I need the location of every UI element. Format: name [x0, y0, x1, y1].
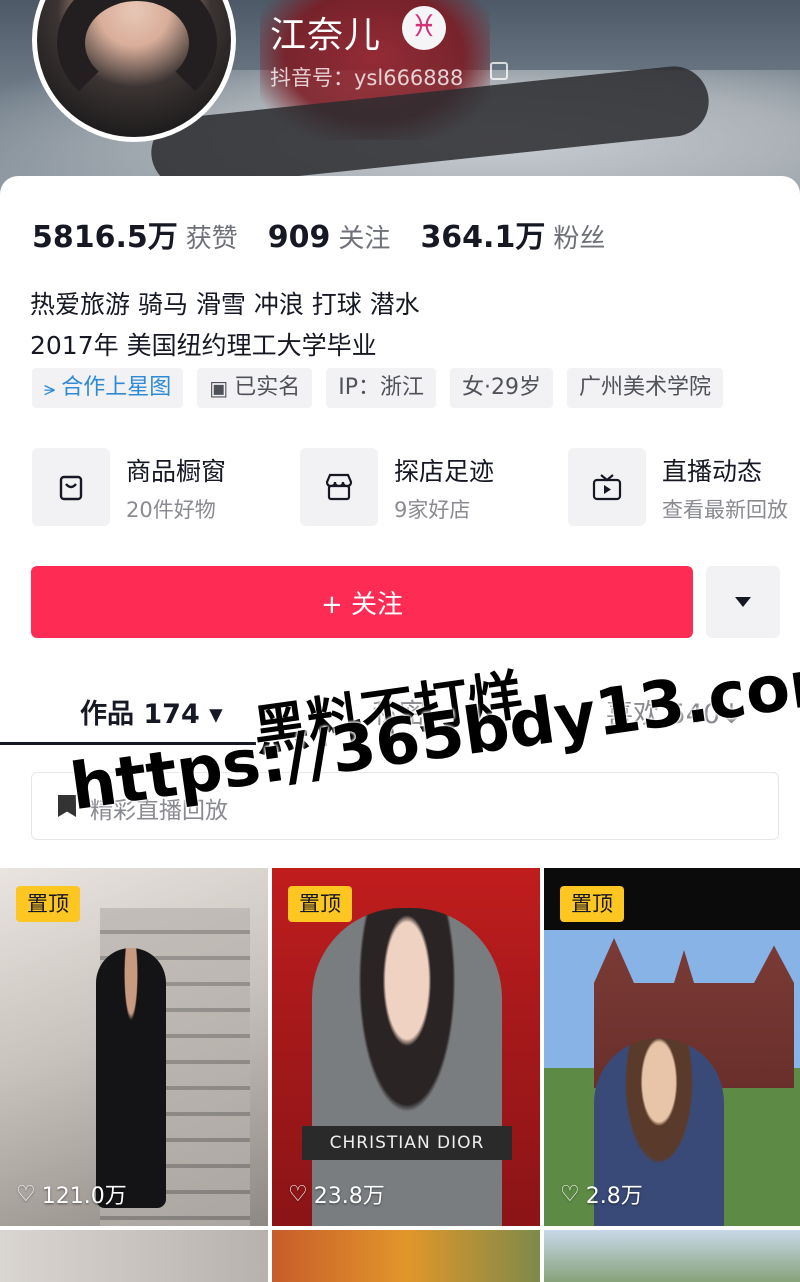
video-tile[interactable]: CHRISTIAN DIOR 置顶 ♡ 23.8万	[272, 868, 540, 1226]
following-label[interactable]: 关注	[338, 224, 390, 254]
heart-icon: ♡	[560, 1181, 580, 1207]
video-grid: 置顶 ♡ 121.0万 CHRISTIAN DIOR 置顶 ♡ 23.8万 置顶…	[0, 868, 800, 1282]
bio-line-1: 热爱旅游 骑马 滑雪 冲浪 打球 潜水	[30, 290, 420, 319]
pisces-icon: ♓	[402, 6, 446, 50]
shopping-bag-icon	[59, 475, 83, 501]
video-likes: ♡ 2.8万	[560, 1181, 643, 1210]
profile-tags: ⪫ 合作上星图 ▣ 已实名 IP：浙江 女·29岁 广州美术学院	[32, 368, 723, 408]
follow-button[interactable]: + 关注	[31, 566, 693, 638]
avatar-image	[32, 0, 236, 142]
caret-down-icon	[735, 597, 751, 607]
video-likes: ♡ 121.0万	[16, 1181, 127, 1210]
feature-entries: 商品橱窗 20件好物 探店足迹 9家好店 直播动态 查看最新回放	[32, 448, 800, 528]
likes-label: 获赞	[185, 224, 238, 254]
follow-button-label: + 关注	[320, 589, 404, 620]
tv-play-icon	[592, 474, 622, 501]
followers-label[interactable]: 粉丝	[553, 224, 605, 254]
profile-name: 江奈儿	[270, 15, 382, 56]
video-tile[interactable]	[272, 1230, 540, 1282]
id-card-icon: ▣	[209, 376, 229, 400]
tag-verified[interactable]: ▣ 已实名	[197, 368, 313, 408]
video-tile[interactable]	[0, 1230, 268, 1282]
tag-cooperation[interactable]: ⪫ 合作上星图	[32, 368, 184, 408]
douyin-id: 抖音号：ysl666888	[270, 66, 464, 90]
video-tile[interactable]	[544, 1230, 800, 1282]
profile-stats: 5816.5万 获赞 909 关注 364.1万 粉丝	[32, 212, 635, 256]
more-options-button[interactable]	[706, 566, 780, 638]
following-count[interactable]: 909	[268, 220, 331, 255]
shirt-print: CHRISTIAN DIOR	[302, 1126, 512, 1160]
pinned-badge: 置顶	[560, 886, 624, 922]
video-likes: ♡ 23.8万	[288, 1181, 385, 1210]
profile-bio: 热爱旅游 骑马 滑雪 冲浪 打球 潜水 2017年 美国纽约理工大学毕业	[30, 284, 420, 366]
copy-icon[interactable]	[490, 62, 508, 80]
caret-down-icon: ▾	[209, 699, 223, 730]
heart-icon: ♡	[16, 1181, 36, 1207]
avatar[interactable]	[32, 0, 236, 142]
pinned-badge: 置顶	[288, 886, 352, 922]
heart-icon: ♡	[288, 1181, 308, 1207]
send-icon: ⪫	[44, 376, 56, 400]
likes-count: 5816.5万	[32, 220, 178, 255]
tag-school[interactable]: 广州美术学院	[566, 368, 723, 408]
video-tile[interactable]: 置顶 ♡ 2.8万	[544, 868, 800, 1226]
pinned-badge: 置顶	[16, 886, 80, 922]
tab-works[interactable]: 作品 174 ▾	[80, 692, 223, 731]
bio-line-2: 2017年 美国纽约理工大学毕业	[30, 331, 377, 360]
tag-gender-age: 女·29岁	[449, 368, 553, 408]
video-tile[interactable]: 置顶 ♡ 121.0万	[0, 868, 268, 1226]
store-icon	[325, 473, 353, 501]
followers-count[interactable]: 364.1万	[420, 220, 545, 255]
tag-ip-location: IP：浙江	[326, 368, 436, 408]
